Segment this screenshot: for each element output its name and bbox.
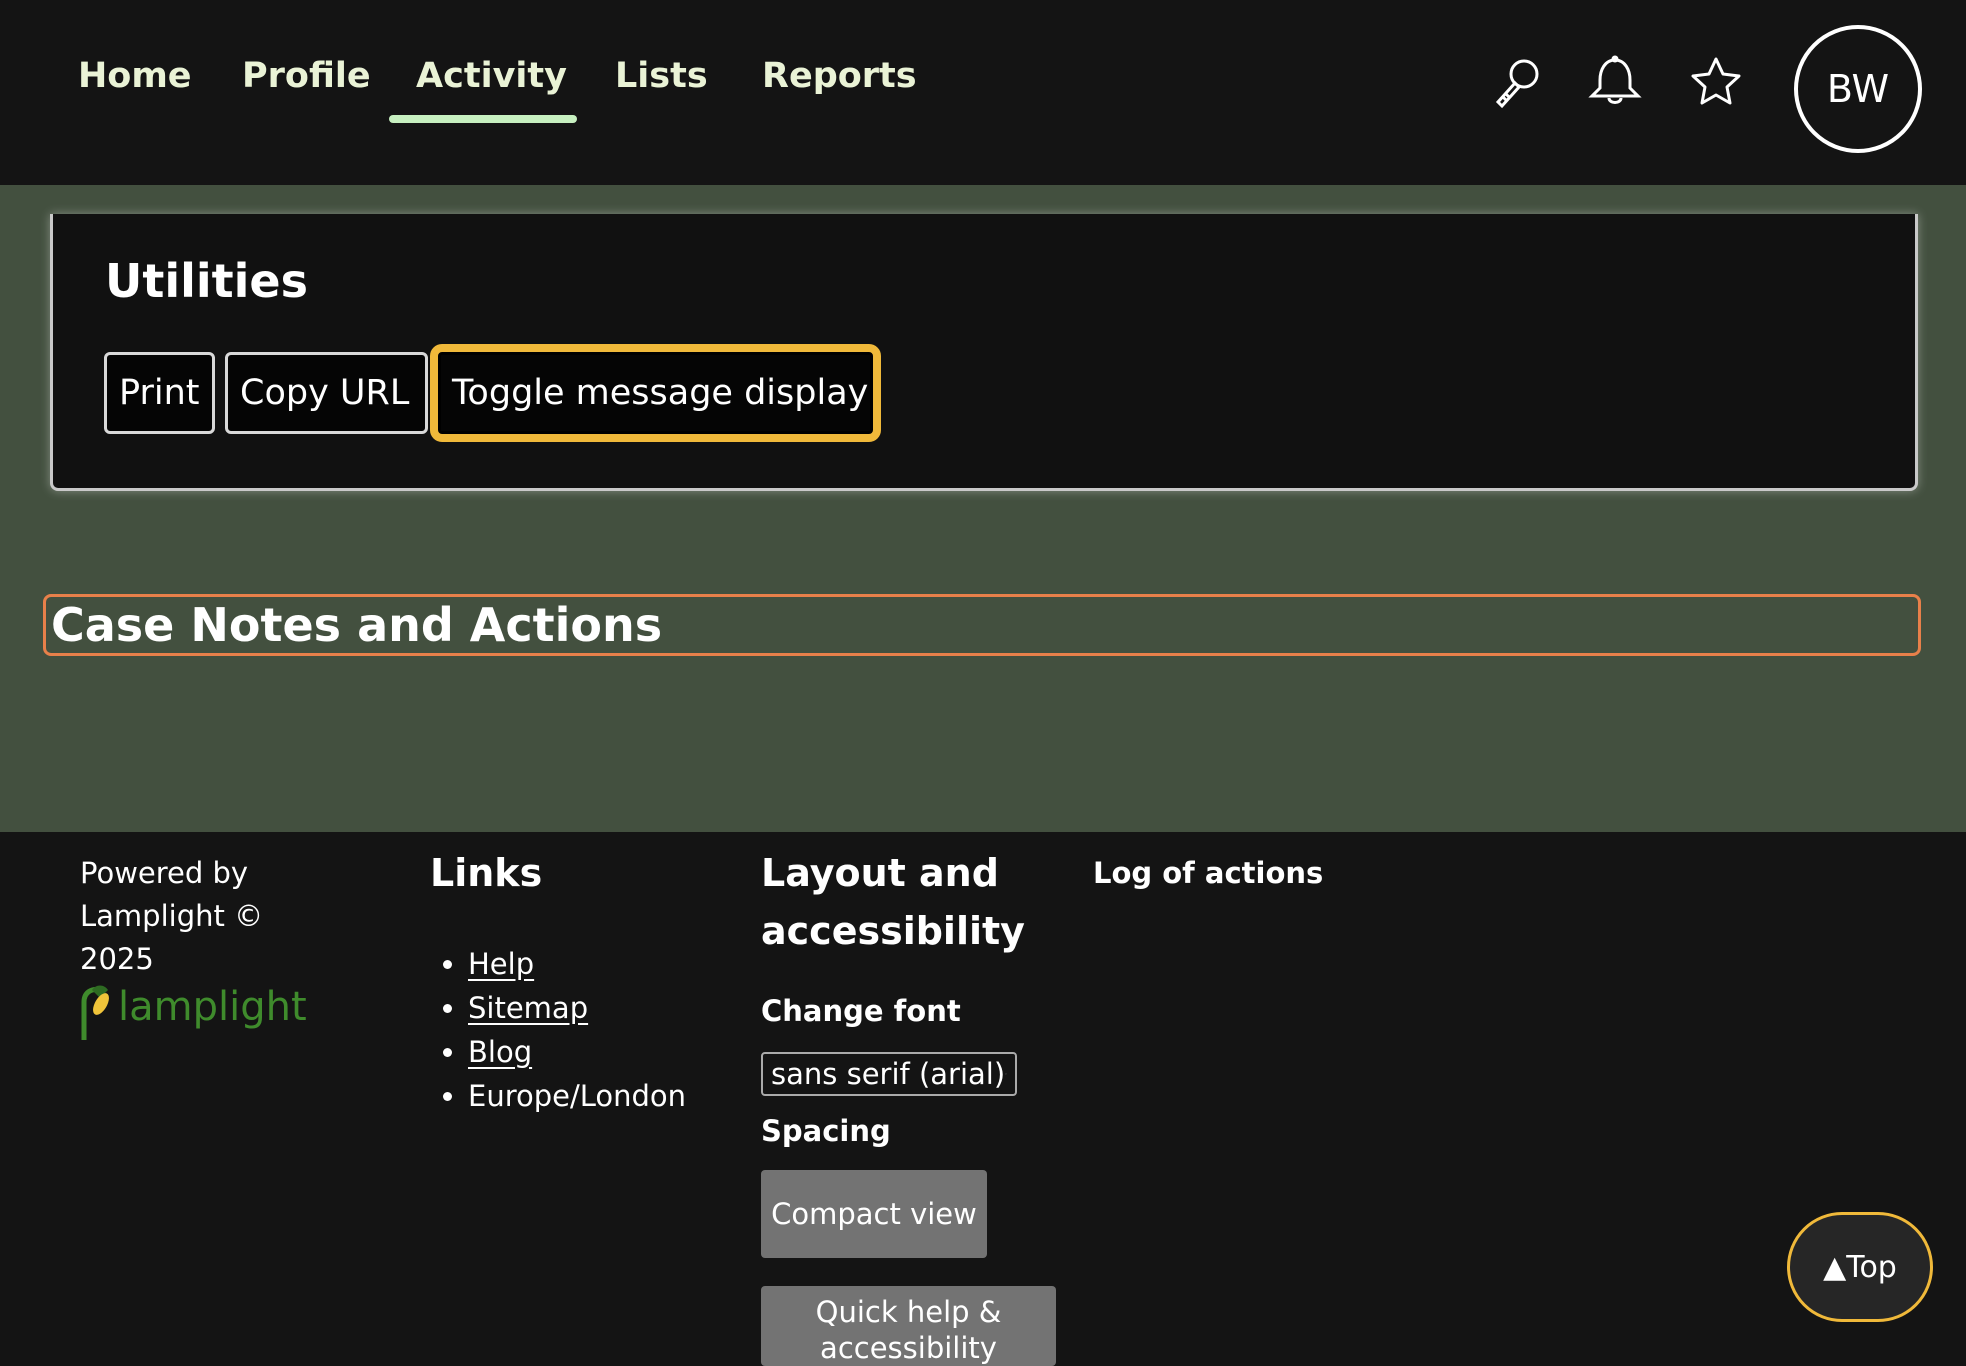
log-of-actions-heading: Log of actions xyxy=(1093,856,1324,890)
footer-links-list: Help Sitemap Blog Europe/London xyxy=(430,942,686,1118)
change-font-label: Change font xyxy=(761,994,961,1028)
case-notes-heading: Case Notes and Actions xyxy=(43,594,1921,656)
links-heading: Links xyxy=(430,851,543,895)
print-button[interactable]: Print xyxy=(104,352,215,434)
font-select[interactable]: sans serif (arial) xyxy=(761,1052,1017,1096)
utilities-heading: Utilities xyxy=(105,254,308,308)
main-content: Utilities Print Copy URL Toggle message … xyxy=(0,185,1966,832)
toggle-message-display-button[interactable]: Toggle message display xyxy=(430,344,881,442)
bell-icon[interactable] xyxy=(1585,52,1645,112)
timezone-text: Europe/London xyxy=(468,1074,686,1118)
tab-activity[interactable]: Activity xyxy=(416,56,567,96)
chevron-down-icon xyxy=(1005,1073,1007,1075)
footer: Powered by Lamplight © 2025 lamplight Li… xyxy=(0,832,1966,1366)
compact-view-button[interactable]: Compact view xyxy=(761,1170,987,1258)
star-icon[interactable] xyxy=(1686,52,1746,112)
spacing-label: Spacing xyxy=(761,1114,891,1148)
list-item: Sitemap xyxy=(468,986,686,1030)
tab-reports[interactable]: Reports xyxy=(762,56,917,96)
blog-link[interactable]: Blog xyxy=(468,1035,532,1069)
list-item: Help xyxy=(468,942,686,986)
layout-accessibility-heading: Layout and accessibility xyxy=(761,851,1025,953)
search-icon[interactable] xyxy=(1490,52,1550,112)
list-item: Blog xyxy=(468,1030,686,1074)
copy-url-button[interactable]: Copy URL xyxy=(225,352,428,434)
logo-wordmark: lamplight xyxy=(118,984,307,1030)
top-navigation-bar: Home Profile Activity Lists Reports BW xyxy=(0,0,1966,185)
active-tab-indicator xyxy=(389,115,577,123)
powered-by-text: Powered by Lamplight © 2025 xyxy=(80,856,264,976)
back-to-top-button[interactable]: ▲Top xyxy=(1787,1212,1933,1322)
quick-help-button[interactable]: Quick help & accessibility xyxy=(761,1286,1056,1366)
tab-lists[interactable]: Lists xyxy=(615,56,708,96)
user-avatar[interactable]: BW xyxy=(1794,25,1922,153)
lamplight-logo[interactable]: lamplight xyxy=(78,982,307,1042)
sitemap-link[interactable]: Sitemap xyxy=(468,991,588,1025)
help-link[interactable]: Help xyxy=(468,947,534,981)
utilities-panel: Utilities Print Copy URL Toggle message … xyxy=(50,214,1918,491)
font-select-value: sans serif (arial) xyxy=(771,1057,1006,1091)
tab-home[interactable]: Home xyxy=(78,56,192,96)
lamp-icon xyxy=(81,985,109,1040)
tab-profile[interactable]: Profile xyxy=(242,56,371,96)
